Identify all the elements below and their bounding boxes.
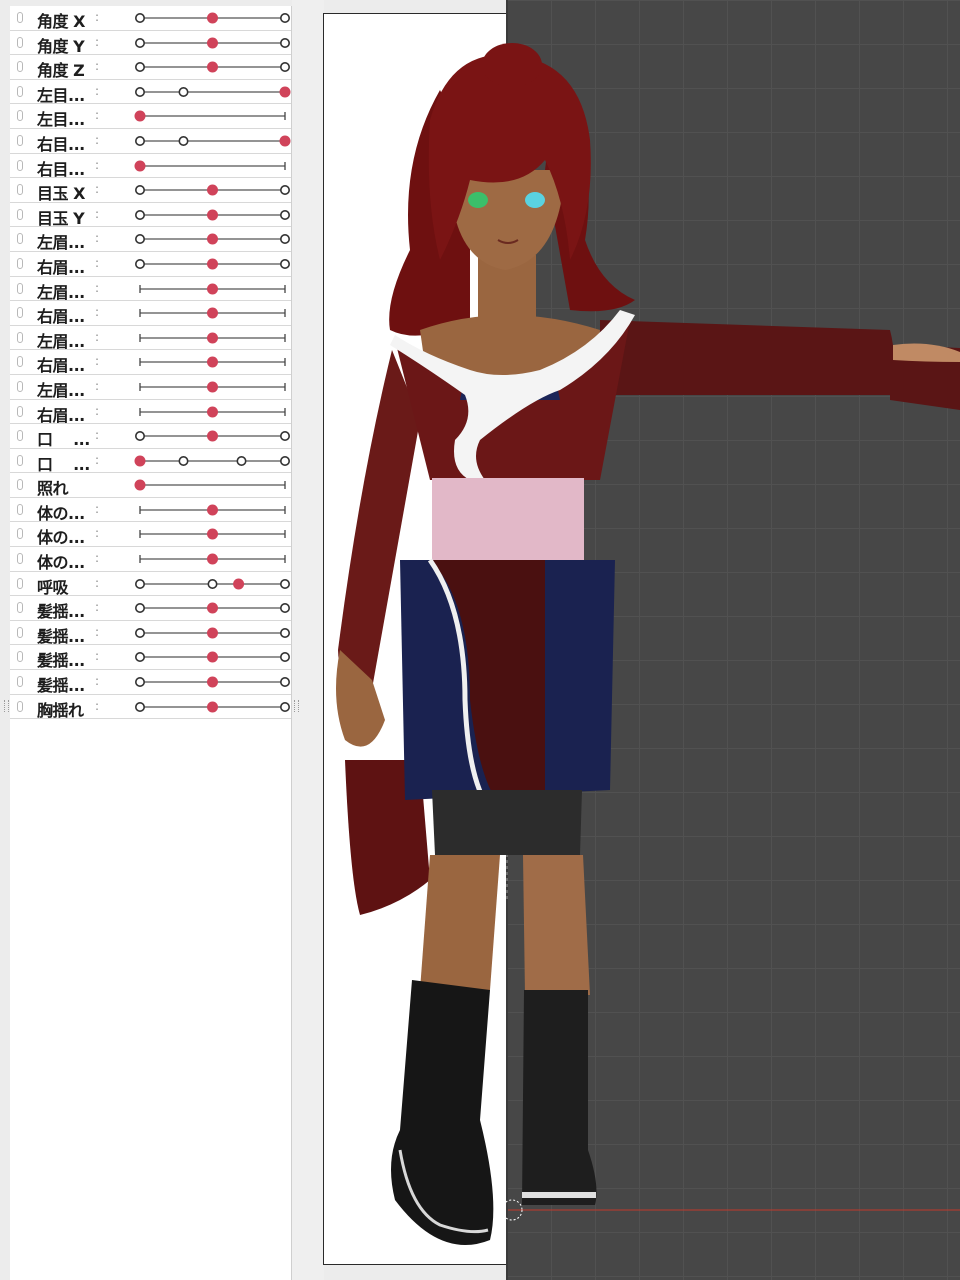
leg-left bbox=[420, 855, 500, 990]
eye-right bbox=[525, 192, 545, 208]
sleeve-right-extended bbox=[600, 320, 894, 395]
hand-right bbox=[893, 343, 960, 362]
character-model[interactable] bbox=[0, 0, 960, 1280]
app-root: 角度 X: 角度 Y: 角度 Z: 左目...: 左目...: 右目...: 右目...: 目… bbox=[0, 0, 960, 1280]
eye-left bbox=[468, 192, 488, 208]
hair-bun bbox=[482, 43, 542, 87]
sash bbox=[432, 478, 584, 560]
shorts bbox=[432, 790, 582, 855]
boot-right bbox=[522, 990, 597, 1205]
boot-right-sole-trim bbox=[522, 1192, 596, 1198]
boot-left bbox=[391, 980, 494, 1245]
leg-right bbox=[523, 855, 590, 995]
